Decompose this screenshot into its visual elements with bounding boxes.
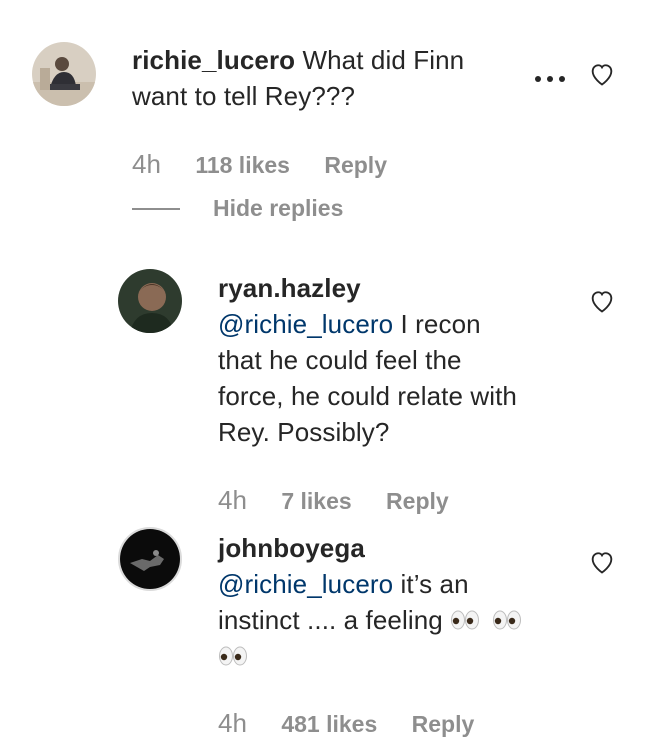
comment-body: What did Finn	[302, 45, 465, 75]
like-heart-icon[interactable]	[588, 548, 616, 576]
reply-meta: 4h 481 likes Reply	[218, 709, 474, 738]
eyes-emoji	[218, 640, 248, 666]
eyes-emoji	[450, 604, 480, 630]
reply-body-line2: that he could feel the	[218, 345, 462, 375]
avatar-johnboyega[interactable]	[118, 527, 182, 591]
reply-time[interactable]: 4h	[218, 485, 247, 515]
avatar-ryan-hazley[interactable]	[118, 269, 182, 333]
like-heart-icon[interactable]	[588, 287, 616, 315]
reply-likes[interactable]: 7 likes	[281, 488, 351, 514]
reply-body: it’s an	[393, 569, 469, 599]
reply-button[interactable]: Reply	[412, 711, 475, 737]
reply-username[interactable]: johnboyega	[218, 533, 365, 563]
reply-text: ryan.hazley @richie_lucero I recon that …	[218, 270, 578, 450]
mention-link[interactable]: @richie_lucero	[218, 309, 393, 339]
hide-replies-button[interactable]: Hide replies	[213, 194, 343, 222]
comment-time[interactable]: 4h	[132, 149, 161, 179]
comment-username[interactable]: richie_lucero	[132, 45, 295, 75]
eyes-emoji	[492, 604, 522, 630]
replies-divider	[132, 208, 180, 210]
like-heart-icon[interactable]	[588, 60, 616, 88]
mention-link[interactable]: @richie_lucero	[218, 569, 393, 599]
reply-button[interactable]: Reply	[386, 488, 449, 514]
comment-likes[interactable]: 118 likes	[195, 152, 290, 178]
reply-text: johnboyega @richie_lucero it’s an instin…	[218, 530, 578, 674]
reply-body-line3: force, he could relate with	[218, 381, 517, 411]
comment-meta: 4h 118 likes Reply	[132, 150, 387, 179]
reply-body-line2: instinct .... a feeling	[218, 605, 443, 635]
reply-meta: 4h 7 likes Reply	[218, 486, 449, 515]
comment-body-line2: want to tell Rey???	[132, 81, 356, 111]
more-options-icon[interactable]	[534, 70, 566, 88]
comment-text: richie_lucero What did Finn want to tell…	[132, 42, 532, 114]
reply-body-line4: Rey. Possibly?	[218, 417, 390, 447]
reply-likes[interactable]: 481 likes	[281, 711, 377, 737]
reply-username[interactable]: ryan.hazley	[218, 273, 361, 303]
reply-button[interactable]: Reply	[324, 152, 387, 178]
avatar-richie-lucero[interactable]	[32, 42, 96, 106]
reply-body: I recon	[393, 309, 481, 339]
reply-time[interactable]: 4h	[218, 708, 247, 738]
